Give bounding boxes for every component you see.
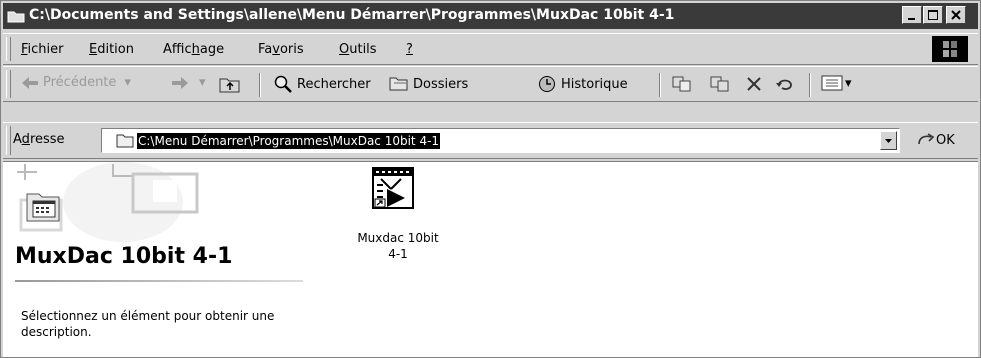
- copy-to-icon: [710, 76, 729, 92]
- address-label-accel: d: [21, 132, 30, 147]
- programs-folder-icon: [26, 193, 60, 222]
- toolbar-separator: [659, 73, 661, 97]
- close-button[interactable]: [946, 6, 966, 24]
- file-label[interactable]: Muxdac 10bit 4-1: [323, 230, 473, 262]
- history-icon: [539, 76, 555, 92]
- address-label-post: resse: [29, 132, 65, 147]
- menu-fichier[interactable]: Fichier: [21, 42, 64, 57]
- move-to-button[interactable]: [671, 75, 693, 93]
- menu-edition-accel: E: [89, 42, 98, 57]
- folders-icon: [389, 77, 408, 91]
- search-button-label: Rechercher: [297, 76, 371, 92]
- webview-panel: MuxDac 10bit 4-1 Sélectionnez un élément…: [3, 162, 303, 357]
- delete-button[interactable]: [745, 75, 763, 93]
- menu-favoris-post: oris: [279, 42, 304, 57]
- file-name-line2: 4-1: [388, 247, 408, 261]
- menu-affichage-pre: Affic: [163, 42, 192, 57]
- address-dropdown-button[interactable]: [880, 131, 897, 150]
- up-folder-button[interactable]: [219, 75, 241, 93]
- menu-affichage[interactable]: Affichage: [163, 42, 224, 57]
- address-label: Adresse: [13, 132, 65, 147]
- up-folder-icon: [219, 78, 240, 93]
- folders-button[interactable]: Dossiers: [389, 75, 468, 93]
- back-button[interactable]: Précédente ▾: [21, 75, 131, 90]
- menu-outils-accel: O: [339, 42, 350, 57]
- file-name-line1: Muxdac 10bit: [357, 231, 439, 245]
- standard-toolbar: Précédente ▾ ▾ Rechercher Dossiers Histo…: [3, 66, 978, 102]
- menu-favoris[interactable]: Favoris: [258, 42, 304, 57]
- address-bar-grip[interactable]: [6, 126, 11, 155]
- menu-aide-label: ?: [406, 42, 413, 57]
- menu-outils[interactable]: Outils: [339, 42, 377, 57]
- menu-aide[interactable]: ?: [406, 42, 413, 57]
- folders-button-label: Dossiers: [413, 76, 469, 92]
- search-button[interactable]: Rechercher: [273, 75, 371, 93]
- menu-edition-label: dition: [97, 42, 134, 57]
- menu-affichage-post: age: [199, 42, 225, 57]
- views-icon: [821, 75, 843, 91]
- address-input[interactable]: C:\Menu Démarrer\Programmes\MuxDac 10bit…: [101, 128, 900, 153]
- address-value[interactable]: C:\Menu Démarrer\Programmes\MuxDac 10bit…: [137, 133, 441, 149]
- go-arrow-icon: [918, 133, 935, 145]
- forward-arrow-icon: [172, 76, 188, 89]
- address-label-pre: A: [13, 132, 22, 147]
- delete-icon: [747, 77, 761, 91]
- folder-description: Sélectionnez un élément pour obtenir une…: [21, 309, 275, 339]
- back-button-label: Précédente: [43, 75, 117, 90]
- toolbar-separator: [809, 73, 811, 97]
- menu-favoris-accel: v: [272, 42, 280, 57]
- menu-edition[interactable]: Edition: [89, 42, 134, 57]
- forward-button[interactable]: ▾: [171, 75, 206, 90]
- back-arrow-icon: [22, 76, 38, 89]
- title-bar[interactable]: C:\Documents and Settings\allene\Menu Dé…: [3, 3, 978, 29]
- go-button[interactable]: OK: [916, 132, 955, 148]
- folder-view: MuxDac 10bit 4-1 Sélectionnez un élément…: [3, 161, 978, 357]
- folder-icon: [116, 134, 134, 148]
- menu-favoris-pre: Fa: [258, 42, 273, 57]
- toolbar-separator: [259, 73, 261, 97]
- search-icon: [274, 75, 292, 93]
- folder-title: MuxDac 10bit 4-1: [15, 244, 233, 269]
- menu-fichier-label: ichier: [27, 42, 64, 57]
- undo-icon: [776, 79, 792, 90]
- copy-to-button[interactable]: [709, 75, 731, 93]
- close-icon: [951, 10, 961, 20]
- maximize-icon: [928, 10, 938, 20]
- undo-button[interactable]: [775, 75, 795, 93]
- maximize-button[interactable]: [923, 6, 943, 24]
- history-button-label: Historique: [561, 76, 628, 92]
- address-bar: Adresse C:\Menu Démarrer\Programmes\MuxD…: [3, 122, 978, 159]
- toolbar-grip[interactable]: [6, 70, 11, 98]
- window-title: C:\Documents and Settings\allene\Menu Dé…: [29, 7, 675, 23]
- menu-bar: Fichier Edition Affichage Favoris Outils…: [3, 33, 978, 65]
- explorer-window: C:\Documents and Settings\allene\Menu Dé…: [0, 0, 981, 358]
- menu-outils-label: utils: [349, 42, 377, 57]
- folder-icon[interactable]: [7, 9, 25, 23]
- minimize-icon: [908, 18, 915, 20]
- go-button-label: OK: [936, 132, 955, 148]
- minimize-button[interactable]: [902, 6, 922, 24]
- title-divider: [15, 280, 303, 282]
- windows-logo: [932, 36, 968, 62]
- views-button[interactable]: ▾: [821, 75, 852, 91]
- windows-flag-icon: [943, 41, 957, 57]
- menu-bar-grip[interactable]: [6, 37, 11, 61]
- back-dropdown-arrow-icon[interactable]: ▾: [124, 75, 131, 90]
- chevron-down-icon: [885, 139, 892, 143]
- move-to-icon: [672, 76, 691, 92]
- labview-shortcut-icon[interactable]: [363, 165, 423, 225]
- history-button[interactable]: Historique: [537, 75, 628, 93]
- menu-affichage-accel: h: [191, 42, 200, 57]
- views-dropdown-arrow-icon: ▾: [845, 75, 852, 91]
- forward-dropdown-arrow-icon[interactable]: ▾: [199, 75, 206, 90]
